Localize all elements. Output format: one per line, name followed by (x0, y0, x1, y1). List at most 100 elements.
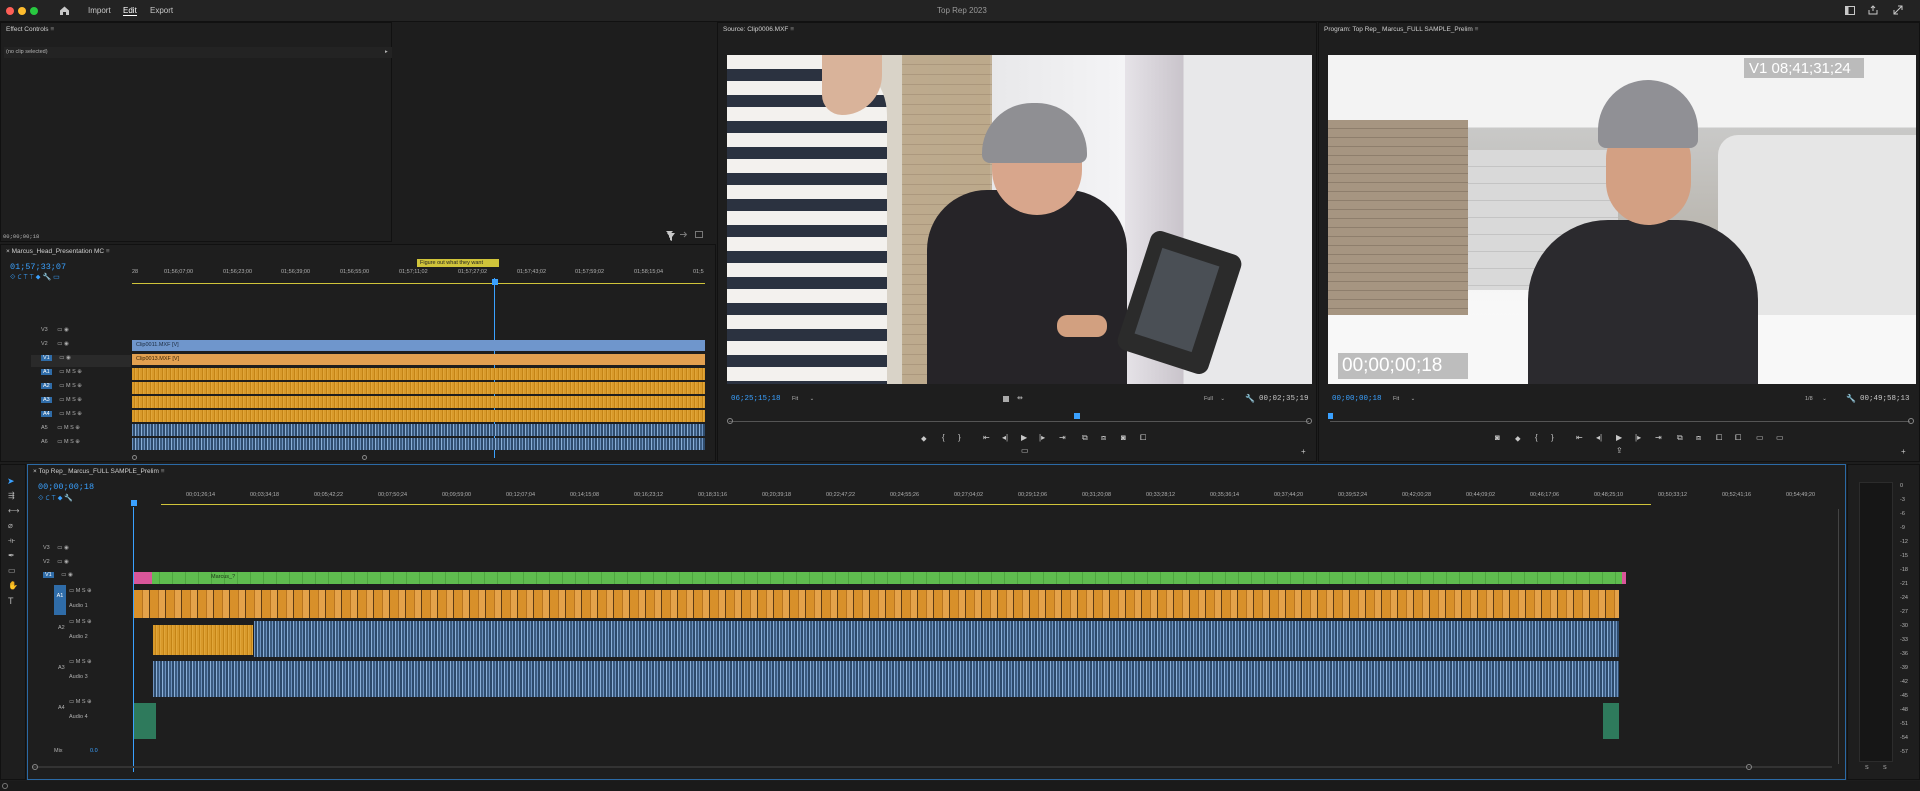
program-scrub-bar[interactable] (1330, 421, 1910, 422)
share-icon[interactable] (1868, 5, 1878, 15)
mc-horizontal-scrollbar[interactable] (132, 455, 705, 460)
mc-audio-a5[interactable] (132, 424, 705, 436)
program-timecode[interactable]: 00;00;00;18 (1332, 395, 1382, 403)
play-icon[interactable]: ▶ (1616, 433, 1622, 442)
mc-audio-a1[interactable] (132, 368, 705, 380)
mc-clip-v1[interactable]: Clip0013.MXF [V] (132, 354, 705, 365)
source-monitor-tab[interactable]: Source: Clip0006.MXF ≡ (718, 23, 1316, 37)
go-to-in-icon[interactable]: ⇤ (983, 433, 990, 442)
step-forward-icon[interactable]: |▸ (1635, 433, 1641, 442)
export-frame-icon[interactable] (680, 231, 688, 238)
timeline-tab[interactable]: × Top Rep_ Marcus_FULL SAMPLE_Prelim ≡ (28, 465, 1845, 479)
add-marker-icon[interactable]: ⬥ (1515, 434, 1521, 444)
mc-clip-v2[interactable]: Clip0011.MXF [V] (132, 340, 705, 351)
vr-icon[interactable]: ▭ (1776, 433, 1784, 442)
workspaces-icon[interactable] (1845, 6, 1855, 15)
source-timecode[interactable]: 06;25;15;18 (731, 395, 781, 403)
multicam-sequence-tab[interactable]: × Marcus_Head_Presentation MC ≡ (1, 245, 715, 259)
go-to-in-icon[interactable]: ⇤ (1576, 433, 1583, 442)
program-quality-dropdown[interactable]: 1/8 ⌄ (1805, 396, 1827, 402)
settings-icon[interactable] (695, 231, 703, 238)
wrench-icon[interactable]: 🔧 (1245, 394, 1255, 403)
timeline-a4-clip-start[interactable] (134, 703, 156, 739)
clip-icon[interactable] (1002, 395, 1010, 403)
ripple-edit-tool-icon[interactable]: ⟷ (8, 506, 19, 515)
go-to-out-icon[interactable]: ⇥ (1059, 433, 1066, 442)
source-scrub-bar[interactable] (729, 421, 1309, 422)
trim-icon[interactable]: ⧠ (1735, 433, 1741, 443)
timeline-a2-track[interactable] (254, 621, 1619, 657)
selection-tool-icon[interactable]: ➤ (7, 476, 15, 487)
program-scroll-end[interactable] (1908, 418, 1914, 424)
pen-tool-icon[interactable]: ✒ (8, 551, 15, 560)
step-back-icon[interactable]: ◂| (1002, 433, 1008, 442)
effect-controls-tab[interactable]: Effect Controls ≡ (1, 23, 391, 37)
mc-audio-a6[interactable] (132, 438, 705, 450)
mark-out-icon[interactable]: } (958, 433, 961, 442)
nav-import[interactable]: Import (88, 6, 111, 15)
nav-export[interactable]: Export (150, 6, 173, 15)
go-to-out-icon[interactable]: ⇥ (1655, 433, 1662, 442)
solo-left-button[interactable]: S (1865, 765, 1869, 771)
mc-audio-a4[interactable] (132, 410, 705, 422)
mc-audio-a2[interactable] (132, 382, 705, 394)
drag-audio-video-icon[interactable]: ⇹ (1017, 394, 1023, 402)
mc-tools-row[interactable]: ⟐ ⊂ ⟙ ⟙ ⬥ 🔧 ▭ (10, 273, 120, 283)
timeline-a4-clip-end[interactable] (1603, 703, 1619, 739)
program-fit-dropdown[interactable]: Fit ⌄ (1393, 396, 1415, 402)
program-video-frame[interactable]: V1 08;41;31;24 00;00;00;18 (1328, 55, 1916, 384)
a1-target[interactable]: A1 (54, 585, 66, 615)
export-icon[interactable]: ⇪ (1616, 446, 1623, 455)
slip-tool-icon[interactable]: ⟛ (8, 536, 15, 546)
insert-icon[interactable]: ⧉ (1082, 433, 1088, 443)
timeline-a1-track[interactable] (134, 590, 1619, 618)
play-icon[interactable]: ▶ (1021, 433, 1027, 442)
timeline-a2-orange-clip[interactable] (153, 625, 253, 655)
multicam-icon[interactable]: ▭ (1021, 446, 1029, 455)
expand-arrow-icon[interactable]: ▸ (385, 49, 388, 55)
add-button-icon[interactable]: + (1901, 447, 1906, 456)
source-scroll-start[interactable] (727, 418, 733, 424)
mark-in-icon[interactable]: { (1535, 433, 1538, 442)
button-editor-icon[interactable]: ⧠ (1140, 433, 1146, 443)
fullscreen-icon[interactable] (1893, 5, 1903, 15)
mc-timecode[interactable]: 01;57;33;07 (10, 262, 66, 272)
mark-out-icon[interactable]: } (1551, 433, 1554, 442)
source-playhead[interactable] (1074, 413, 1080, 419)
minimize-window-button[interactable] (18, 7, 26, 15)
source-quality-dropdown[interactable]: Full ⌄ (1204, 396, 1225, 402)
program-monitor-tab[interactable]: Program: Top Rep_ Marcus_FULL SAMPLE_Pre… (1319, 23, 1919, 37)
mc-ruler[interactable]: Figure out what they want 28 01;56;07;00… (132, 259, 706, 279)
status-icon[interactable] (2, 783, 8, 789)
timeline-vertical-scrollbar[interactable] (1838, 509, 1839, 764)
home-icon[interactable] (59, 5, 70, 16)
timeline-a3-track[interactable] (153, 661, 1619, 697)
mix-value[interactable]: 0.0 (90, 748, 98, 754)
hand-tool-icon[interactable]: ✋ (8, 581, 18, 590)
source-fit-dropdown[interactable]: Fit ⌄ (792, 396, 814, 402)
source-video-frame[interactable] (727, 55, 1312, 384)
camera-icon[interactable]: ◙ (1495, 433, 1500, 442)
extract-icon[interactable]: ⧈ (1696, 433, 1701, 443)
close-window-button[interactable] (6, 7, 14, 15)
mc-audio-a3[interactable] (132, 396, 705, 408)
program-playhead[interactable] (1328, 413, 1333, 419)
razor-tool-icon[interactable]: ⌀ (8, 521, 13, 530)
camera-icon[interactable]: ◙ (1121, 433, 1126, 442)
solo-right-button[interactable]: S (1883, 765, 1887, 771)
add-button-icon[interactable]: + (1301, 447, 1306, 456)
timeline-timecode[interactable]: 00;00;00;18 (38, 482, 94, 492)
add-marker-icon[interactable]: ⬥ (921, 434, 927, 444)
source-scroll-end[interactable] (1306, 418, 1312, 424)
overwrite-icon[interactable]: ⧈ (1101, 433, 1106, 443)
step-back-icon[interactable]: ◂| (1596, 433, 1602, 442)
mark-in-icon[interactable]: { (942, 433, 945, 442)
timeline-horizontal-scrollbar[interactable] (32, 766, 1832, 768)
zoom-window-button[interactable] (30, 7, 38, 15)
track-select-tool-icon[interactable]: ⇶ (8, 491, 15, 500)
nav-edit[interactable]: Edit (123, 6, 137, 16)
lift-icon[interactable]: ⧉ (1677, 433, 1683, 443)
timeline-v1-clip[interactable]: Marcus_? (134, 572, 1626, 584)
safe-margins-icon[interactable]: ▭ (1756, 433, 1764, 442)
filter-icon[interactable] (666, 231, 673, 238)
